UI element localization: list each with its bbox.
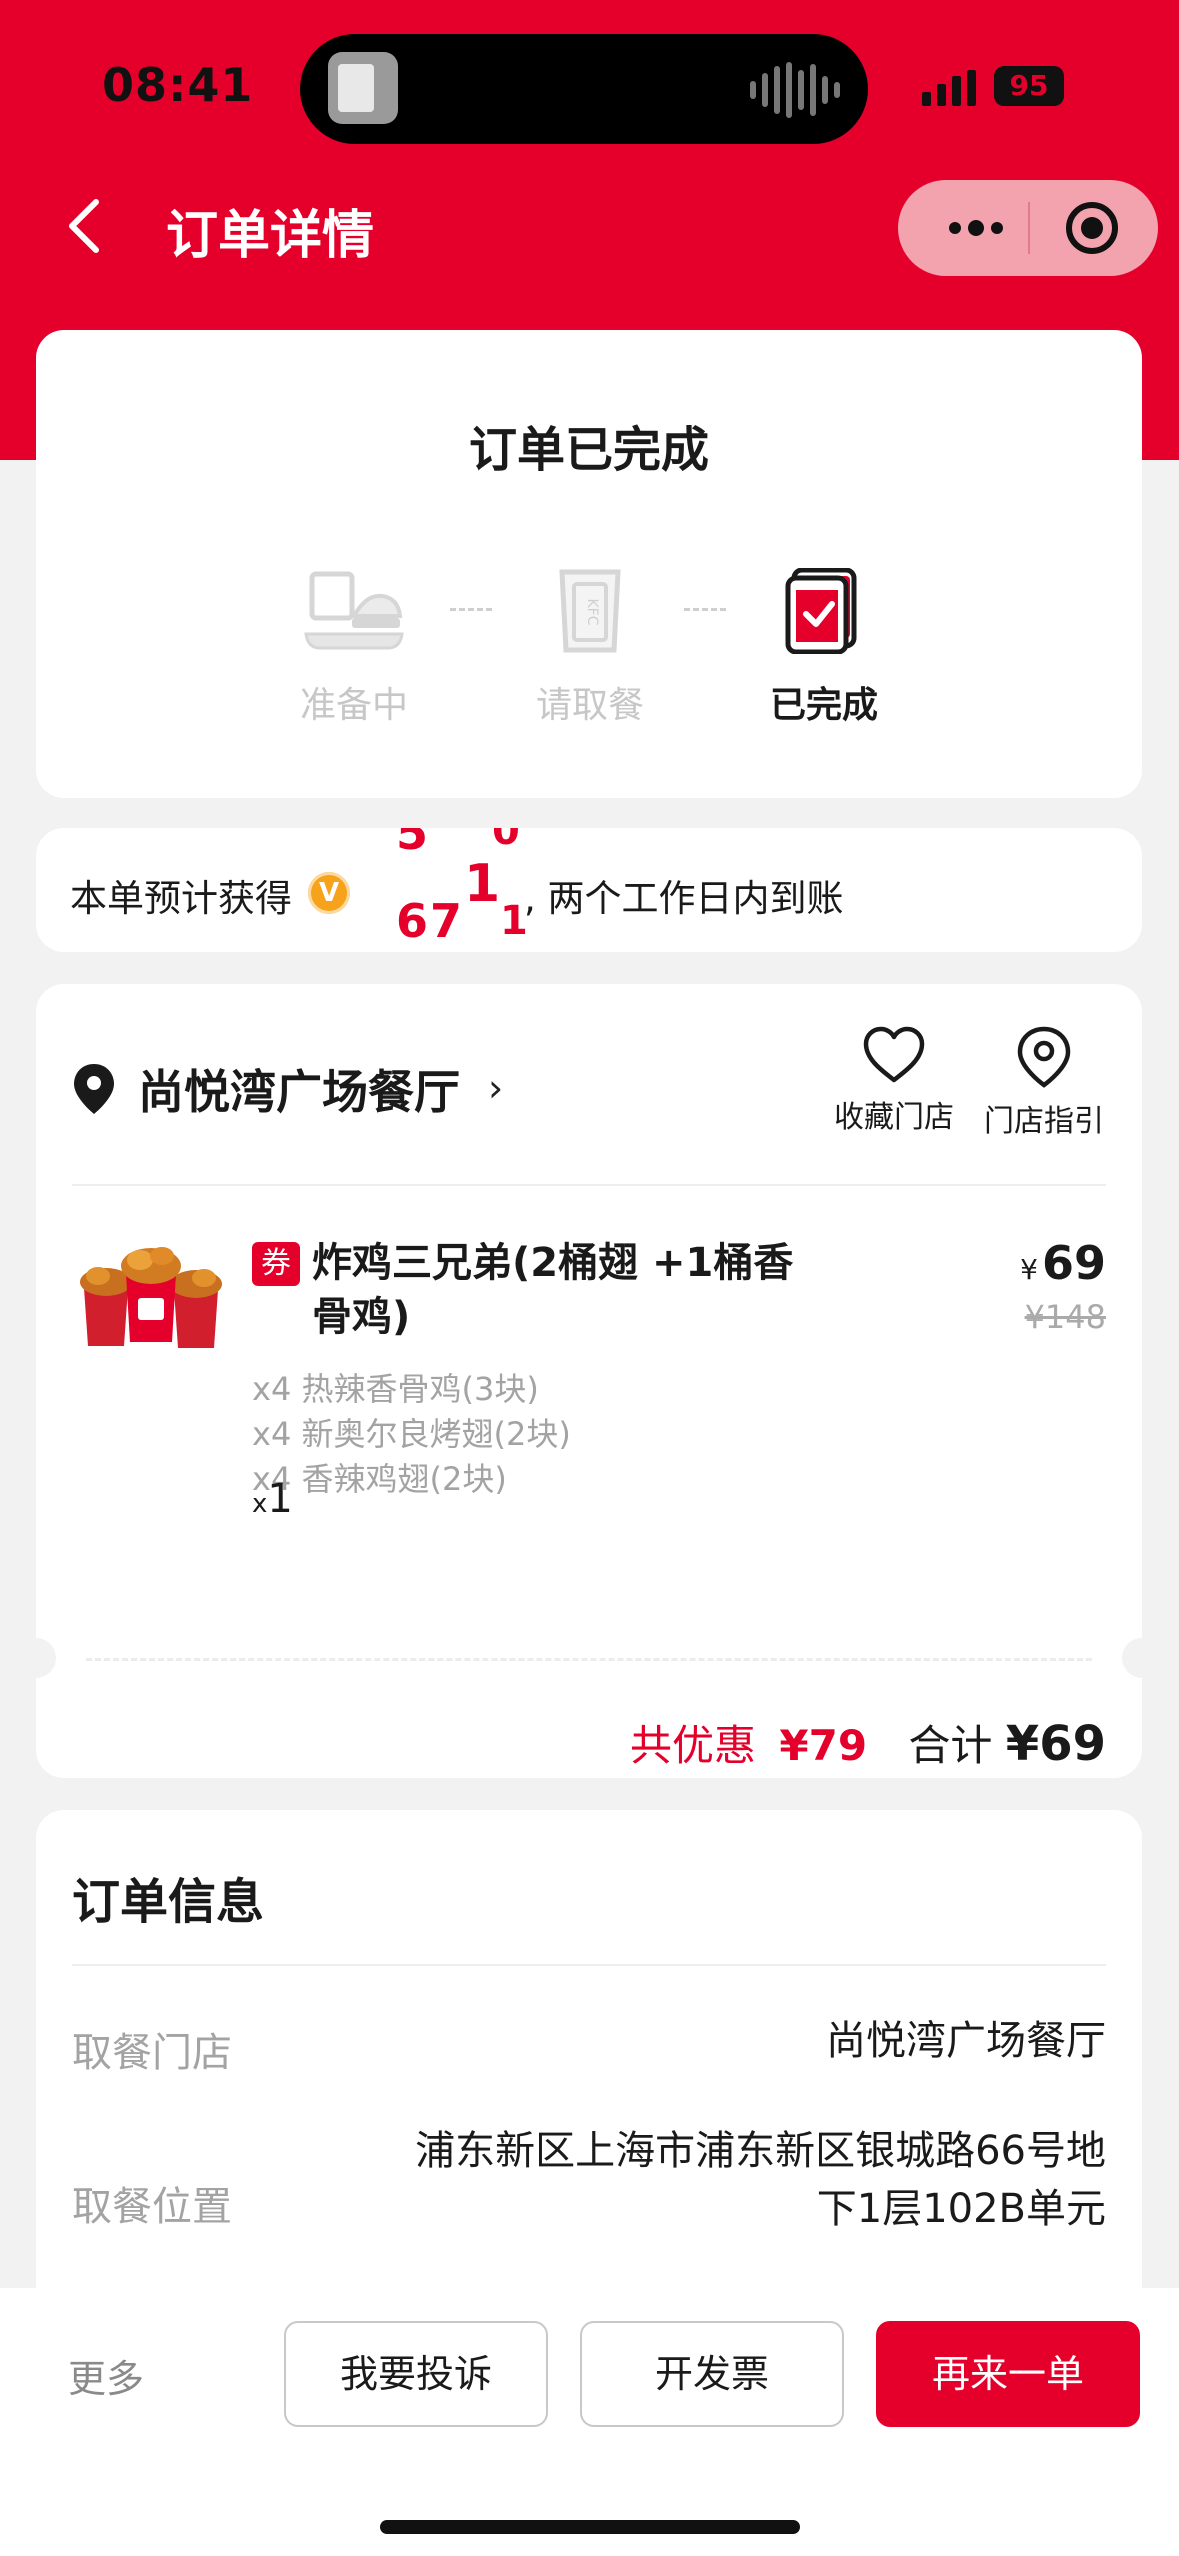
dynamic-island[interactable] [300,34,868,144]
location-pin-icon [74,1064,114,1114]
meal-tray-icon [304,571,404,650]
combo-item: x4 热辣香骨鸡(3块) [252,1370,539,1408]
price-value: 69 [1041,1236,1106,1290]
discount-label: 共优惠 [630,1721,757,1770]
order-info-card: 订单信息 取餐门店 尚悦湾广场餐厅 取餐位置 浦东新区上海市浦东新区银城路66号… [36,1810,1142,2330]
order-status-card: 订单已完成 准备中 KFC 请取餐 已完成 [36,330,1142,798]
step-connector [450,608,492,611]
rolling-digit: 5 [396,828,429,860]
rolling-digit: 6 [396,894,429,948]
pickup-store-label: 取餐门店 [72,2030,232,2076]
combo-item: x4 新奥尔良烤翅(2块) [252,1415,571,1453]
more-button[interactable]: 更多 [68,2348,144,2403]
divider [72,1184,1106,1186]
product-image[interactable] [76,1238,226,1358]
product-name: 炸鸡三兄弟(2桶翅 +1桶香骨鸡) [312,1240,794,1340]
audio-wave-icon [750,62,840,118]
store-guide-label: 门店指引 [984,1104,1104,1139]
discount-value: ¥79 [779,1721,868,1770]
original-price: ¥148 [1024,1298,1106,1336]
kfc-bag-icon: KFC [559,569,621,653]
order-totals: 共优惠 ¥79 合计 ¥69 [630,1712,1106,1773]
rolling-digit: 1 [500,898,526,944]
signal-icon [922,70,976,106]
step-connector [684,608,726,611]
dashed-divider [86,1658,1092,1661]
pickup-store-value: 尚悦湾广场餐厅 [826,2018,1106,2064]
points-rolling-number: 5 0 6 7 1 1 [356,828,526,952]
completed-check-icon [785,568,857,654]
pickup-location-label: 取餐位置 [72,2184,232,2230]
media-thumbnail [328,52,398,124]
capsule-divider [1028,202,1030,254]
rolling-digit: 1 [464,854,501,914]
status-time: 08:41 [102,58,254,112]
chevron-right-icon[interactable]: › [488,1066,503,1110]
total-label: 合计 [908,1721,993,1770]
step-label: 请取餐 [535,685,644,726]
currency-symbol: ¥ [1020,1253,1038,1286]
map-pin-icon [1017,1026,1071,1088]
back-arrow-icon[interactable] [64,196,104,256]
quantity-value: 1 [267,1476,293,1522]
pickup-location-line2: 下1层102B单元 [816,2186,1106,2232]
store-name[interactable]: 尚悦湾广场餐厅 [138,1056,460,1122]
total-value: ¥69 [1005,1716,1106,1772]
rolling-digit: 7 [430,894,463,948]
coupon-tag: 券 [252,1242,300,1286]
product-price: ¥69 [1020,1236,1106,1290]
mini-program-capsule [898,180,1158,276]
ticket-notch [1122,1638,1162,1678]
close-target-icon[interactable] [1066,202,1118,254]
rolling-digit: 0 [492,828,520,854]
reorder-button[interactable]: 再来一单 [876,2321,1140,2427]
quantity-prefix: x [252,1489,268,1519]
invoice-button[interactable]: 开发票 [580,2321,844,2427]
v-gold-badge-icon: V [308,872,350,914]
order-detail-card: 尚悦湾广场餐厅 › 收藏门店 门店指引 券 炸鸡三兄弟(2桶翅 +1桶香骨鸡) … [16,984,1162,1778]
favorite-store-label: 收藏门店 [834,1100,954,1135]
home-indicator[interactable] [380,2520,800,2534]
heart-icon [863,1026,925,1083]
order-status-title: 订单已完成 [468,422,709,478]
store-guide-button[interactable]: 门店指引 [974,1026,1114,1140]
step-completed: 已完成 [724,568,924,728]
svg-text:KFC: KFC [584,598,600,625]
step-preparing: 准备中 [254,568,454,728]
page-title: 订单详情 [166,206,375,266]
battery-icon: 95 [994,66,1064,106]
step-label: 准备中 [299,685,408,726]
divider [72,1964,1106,1966]
product-quantity: x1 [252,1476,293,1522]
favorite-store-button[interactable]: 收藏门店 [824,1026,964,1136]
points-card: 本单预计获得 V 5 0 6 7 1 1 , 两个工作日内到账 [36,828,1142,952]
more-dots-icon[interactable] [936,200,1016,256]
ticket-notch [16,1638,56,1678]
bottom-action-bar: 更多 我要投诉 开发票 再来一单 [0,2288,1179,2556]
points-prefix: 本单预计获得 [70,877,292,920]
complain-button[interactable]: 我要投诉 [284,2321,548,2427]
step-pickup: KFC 请取餐 [490,568,690,728]
pickup-location-line1: 浦东新区上海市浦东新区银城路66号地 [415,2128,1106,2174]
order-info-title: 订单信息 [72,1874,265,1930]
step-label: 已完成 [769,685,878,726]
points-suffix: , 两个工作日内到账 [524,877,844,920]
